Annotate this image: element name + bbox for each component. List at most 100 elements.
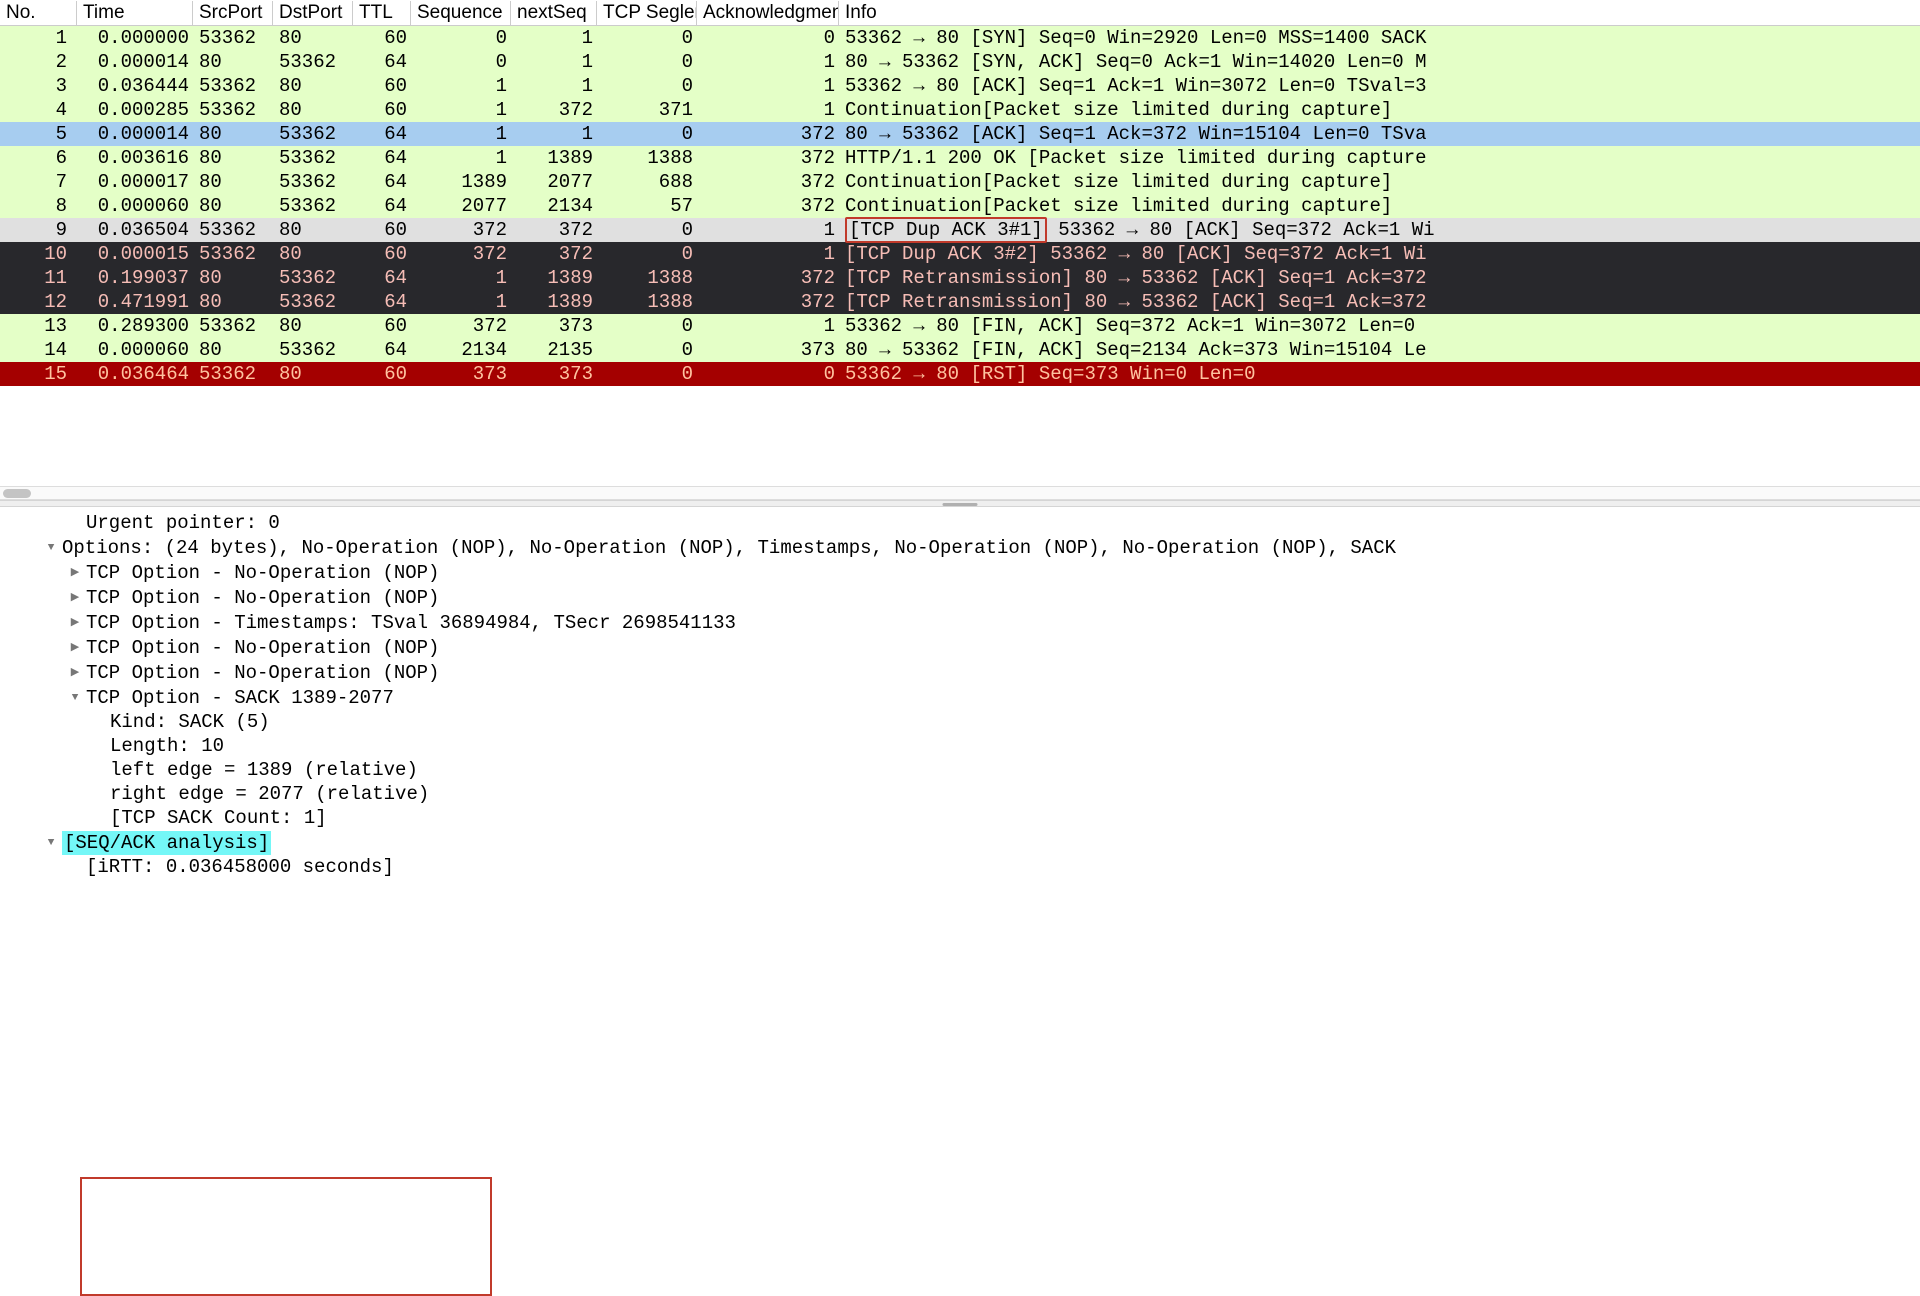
- detail-irtt[interactable]: [iRTT: 0.036458000 seconds]: [44, 855, 1920, 879]
- table-row[interactable]: 40.00028553362806013723711Continuation[P…: [0, 98, 1920, 122]
- cell-dstport: 80: [273, 75, 353, 97]
- table-row[interactable]: 120.471991805336264113891388372[TCP Retr…: [0, 290, 1920, 314]
- cell-info: [TCP Dup ACK 3#1] 53362 → 80 [ACK] Seq=3…: [839, 217, 1920, 243]
- table-row[interactable]: 60.003616805336264113891388372HTTP/1.1 2…: [0, 146, 1920, 170]
- cell-ack: 1: [697, 75, 839, 97]
- col-header-info[interactable]: Info: [839, 1, 1920, 25]
- cell-seglen: 0: [597, 27, 697, 49]
- cell-dstport: 53362: [273, 123, 353, 145]
- detail-sack-right-edge[interactable]: right edge = 2077 (relative): [44, 782, 1920, 806]
- cell-no: 7: [0, 171, 77, 193]
- cell-sequence: 1389: [411, 171, 511, 193]
- cell-time: 0.000014: [77, 51, 193, 73]
- cell-ack: 0: [697, 363, 839, 385]
- cell-ack: 372: [697, 147, 839, 169]
- cell-sequence: 1: [411, 267, 511, 289]
- cell-no: 6: [0, 147, 77, 169]
- horizontal-scrollbar[interactable]: [0, 486, 1920, 500]
- detail-sack-left-edge[interactable]: left edge = 1389 (relative): [44, 758, 1920, 782]
- cell-no: 8: [0, 195, 77, 217]
- cell-nextseq: 373: [511, 363, 597, 385]
- detail-options-summary[interactable]: Options: (24 bytes), No-Operation (NOP),…: [44, 535, 1920, 560]
- cell-time: 0.471991: [77, 291, 193, 313]
- col-header-srcport[interactable]: SrcPort: [193, 1, 273, 25]
- cell-sequence: 0: [411, 27, 511, 49]
- detail-nop-1[interactable]: TCP Option - No-Operation (NOP): [44, 560, 1920, 585]
- cell-sequence: 1: [411, 147, 511, 169]
- cell-ttl: 64: [353, 195, 411, 217]
- table-row[interactable]: 130.2893005336280603723730153362 → 80 [F…: [0, 314, 1920, 338]
- col-header-seglen[interactable]: TCP Seglen: [597, 1, 697, 25]
- cell-sequence: 1: [411, 99, 511, 121]
- cell-srcport: 53362: [193, 243, 273, 265]
- cell-dstport: 53362: [273, 339, 353, 361]
- detail-sack-count[interactable]: [TCP SACK Count: 1]: [44, 806, 1920, 830]
- cell-no: 12: [0, 291, 77, 313]
- table-row[interactable]: 90.03650453362806037237201[TCP Dup ACK 3…: [0, 218, 1920, 242]
- cell-dstport: 53362: [273, 291, 353, 313]
- col-header-ttl[interactable]: TTL: [353, 1, 411, 25]
- table-row[interactable]: 140.00006080533626421342135037380 → 5336…: [0, 338, 1920, 362]
- table-row[interactable]: 150.0364645336280603733730053362 → 80 [R…: [0, 362, 1920, 386]
- cell-info: 53362 → 80 [SYN] Seq=0 Win=2920 Len=0 MS…: [839, 27, 1920, 49]
- cell-info: Continuation[Packet size limited during …: [839, 171, 1920, 193]
- packet-rows[interactable]: 10.000000533628060010053362 → 80 [SYN] S…: [0, 26, 1920, 386]
- detail-nop-4[interactable]: TCP Option - No-Operation (NOP): [44, 660, 1920, 685]
- cell-nextseq: 1: [511, 27, 597, 49]
- detail-nop-2[interactable]: TCP Option - No-Operation (NOP): [44, 585, 1920, 610]
- cell-time: 0.000000: [77, 27, 193, 49]
- cell-dstport: 53362: [273, 147, 353, 169]
- cell-ttl: 64: [353, 147, 411, 169]
- cell-time: 0.036444: [77, 75, 193, 97]
- cell-dstport: 53362: [273, 195, 353, 217]
- detail-sack-option[interactable]: TCP Option - SACK 1389-2077: [44, 685, 1920, 710]
- cell-ack: 1: [697, 99, 839, 121]
- detail-urgent-pointer[interactable]: Urgent pointer: 0: [44, 511, 1920, 535]
- cell-time: 0.000060: [77, 195, 193, 217]
- table-row[interactable]: 80.0000608053362642077213457372Continuat…: [0, 194, 1920, 218]
- cell-time: 0.000285: [77, 99, 193, 121]
- cell-srcport: 53362: [193, 363, 273, 385]
- cell-nextseq: 2134: [511, 195, 597, 217]
- detail-timestamps[interactable]: TCP Option - Timestamps: TSval 36894984,…: [44, 610, 1920, 635]
- table-row[interactable]: 100.00001553362806037237201[TCP Dup ACK …: [0, 242, 1920, 266]
- table-row[interactable]: 10.000000533628060010053362 → 80 [SYN] S…: [0, 26, 1920, 50]
- detail-seq-ack-analysis[interactable]: [SEQ/ACK analysis]: [44, 830, 1920, 855]
- detail-sack-kind[interactable]: Kind: SACK (5): [44, 710, 1920, 734]
- cell-srcport: 80: [193, 291, 273, 313]
- packet-list-pane[interactable]: No. Time SrcPort DstPort TTL Sequence ne…: [0, 0, 1920, 500]
- detail-nop-3[interactable]: TCP Option - No-Operation (NOP): [44, 635, 1920, 660]
- cell-sequence: 2134: [411, 339, 511, 361]
- col-header-ack[interactable]: Acknowledgment: [697, 1, 839, 25]
- col-header-nextseq[interactable]: nextSeq: [511, 1, 597, 25]
- cell-no: 1: [0, 27, 77, 49]
- table-row[interactable]: 50.00001480533626411037280 → 53362 [ACK]…: [0, 122, 1920, 146]
- col-header-dstport[interactable]: DstPort: [273, 1, 353, 25]
- cell-info: [TCP Retransmission] 80 → 53362 [ACK] Se…: [839, 291, 1920, 313]
- table-row[interactable]: 30.036444533628060110153362 → 80 [ACK] S…: [0, 74, 1920, 98]
- col-header-no[interactable]: No.: [0, 1, 77, 25]
- pane-splitter[interactable]: [0, 500, 1920, 507]
- cell-srcport: 53362: [193, 219, 273, 241]
- table-row[interactable]: 20.000014805336264010180 → 53362 [SYN, A…: [0, 50, 1920, 74]
- cell-no: 4: [0, 99, 77, 121]
- cell-nextseq: 1: [511, 51, 597, 73]
- cell-ttl: 64: [353, 267, 411, 289]
- cell-time: 0.289300: [77, 315, 193, 337]
- cell-nextseq: 372: [511, 243, 597, 265]
- cell-ack: 372: [697, 195, 839, 217]
- packet-list-empty: [0, 386, 1920, 486]
- cell-info: [TCP Retransmission] 80 → 53362 [ACK] Se…: [839, 267, 1920, 289]
- cell-ttl: 60: [353, 363, 411, 385]
- detail-sack-length[interactable]: Length: 10: [44, 734, 1920, 758]
- col-header-sequence[interactable]: Sequence: [411, 1, 511, 25]
- scrollbar-thumb[interactable]: [3, 489, 31, 498]
- cell-no: 2: [0, 51, 77, 73]
- cell-seglen: 0: [597, 315, 697, 337]
- table-row[interactable]: 110.199037805336264113891388372[TCP Retr…: [0, 266, 1920, 290]
- col-header-time[interactable]: Time: [77, 1, 193, 25]
- table-row[interactable]: 70.00001780533626413892077688372Continua…: [0, 170, 1920, 194]
- cell-seglen: 1388: [597, 147, 697, 169]
- packet-details-pane[interactable]: Urgent pointer: 0 Options: (24 bytes), N…: [0, 507, 1920, 879]
- cell-nextseq: 2135: [511, 339, 597, 361]
